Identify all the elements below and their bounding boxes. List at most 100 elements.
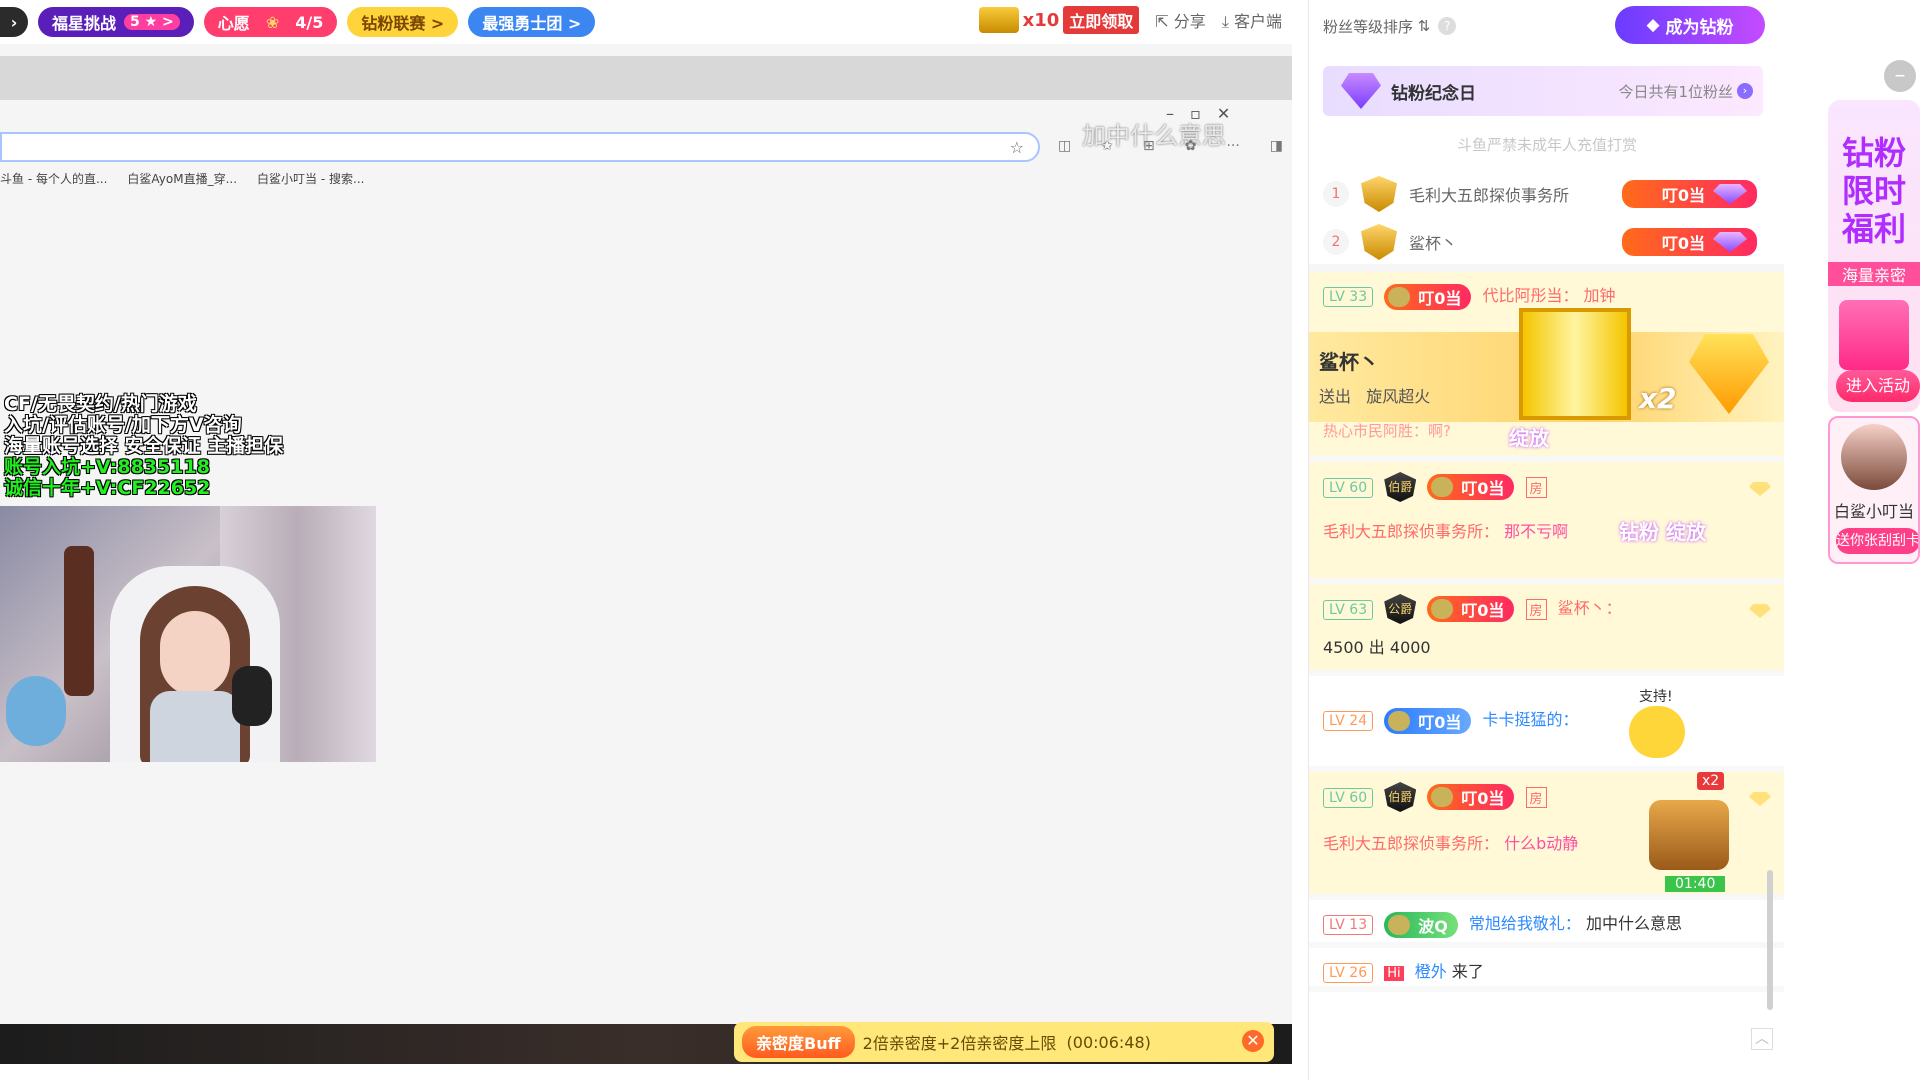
hi-badge: Hi xyxy=(1384,966,1404,981)
chest-timer: 01:40 xyxy=(1665,876,1726,892)
coin-icon xyxy=(978,7,1019,33)
gem-icon xyxy=(1713,232,1747,252)
buff-close-button[interactable]: ✕ xyxy=(1242,1030,1264,1052)
chat-username[interactable]: 鲨杯丶： xyxy=(1558,599,1622,618)
top-right-tools: x10 立即领取 ⇱ 分享 ⤓ 客户端 xyxy=(978,6,1282,34)
chat-username[interactable]: 卡卡挺猛的： xyxy=(1482,710,1578,729)
sidebar-icon: ◨ xyxy=(1269,138,1284,154)
help-icon[interactable]: ? xyxy=(1438,17,1457,35)
become-button-label: 成为钻粉 xyxy=(1665,17,1734,38)
rank-name: 鲨杯丶 xyxy=(1409,234,1458,253)
bookmark-item: 白鲨AyoM直播_穿... xyxy=(127,172,238,186)
shield-icon xyxy=(1361,176,1397,212)
gift-action: 送出 xyxy=(1319,387,1352,406)
rank-item[interactable]: 1 毛利大五郎探侦事务所 叮0当 xyxy=(1323,170,1773,218)
noble-badge: 公爵 xyxy=(1384,594,1417,624)
emoji-sticker xyxy=(1629,706,1685,758)
wish-button[interactable]: 心愿 ❀ 4/5 xyxy=(203,7,338,37)
chat-content: 那不亏啊 xyxy=(1504,522,1569,541)
chevron-right-icon: › xyxy=(1737,83,1753,99)
sticker-caption: 支持! xyxy=(1639,689,1673,705)
share-icon: ⇱ xyxy=(1155,12,1174,31)
become-diamond-fan-button[interactable]: ◆ 成为钻粉 xyxy=(1615,6,1765,44)
promo-banner[interactable]: x10 立即领取 xyxy=(978,6,1140,34)
fan-rank-header: 粉丝等级排序 ⇅ ? ◆ 成为钻粉 xyxy=(1309,0,1785,52)
collapse-icon[interactable]: – xyxy=(1884,60,1916,92)
chat-message: LV 63 公爵 叮0当 房 鲨杯丶： 4500 出 4000 xyxy=(1309,584,1785,676)
chat-scrollbar[interactable] xyxy=(1767,870,1773,1010)
fan-panel: 粉丝等级排序 ⇅ ? ◆ 成为钻粉 钻粉纪念日 今日共有1位粉丝 › 斗鱼严禁未… xyxy=(1308,0,1785,1080)
fan-badge: 叮0当 xyxy=(1621,228,1757,256)
intimacy-buff-bar: 亲密度Buff 2倍亲密度+2倍亲密度上限 (00:06:48) ✕ xyxy=(734,1022,1274,1062)
fan-badge: 叮0当 xyxy=(1427,784,1515,810)
gem-icon xyxy=(1713,184,1747,204)
sort-icon[interactable]: ⇅ xyxy=(1413,17,1431,35)
avatar xyxy=(1841,424,1907,490)
heart-icon: ❀ xyxy=(265,12,280,32)
diamond-promo-card[interactable]: 钻粉限时福利 海量亲密 进入活动 xyxy=(1828,100,1920,412)
minor-notice: 斗鱼严禁未成年人充值打赏 xyxy=(1456,136,1637,154)
extensions-icon: ✿ xyxy=(1184,138,1197,154)
enter-activity-button[interactable]: 进入活动 xyxy=(1836,370,1920,402)
streamer-webcam xyxy=(0,506,376,762)
wish-progress: 4/5 xyxy=(295,12,324,32)
star-challenge-button[interactable]: 福星挑战 5 ★ > xyxy=(38,7,194,37)
overlay-contact-line: 诚信十年+V:CF22652 xyxy=(4,477,211,499)
chat-message: LV 60 伯爵 叮0当 房 毛利大五郎探侦事务所： 那不亏啊 钻粉 绽放 xyxy=(1309,462,1785,584)
chat-username[interactable]: 代比阿彤当： xyxy=(1482,286,1578,305)
gift-box-icon xyxy=(1839,300,1909,370)
streamer-body xyxy=(150,691,240,762)
diamond-league-label: 钻粉联赛 > xyxy=(361,14,445,33)
diamond-icon: ◆ xyxy=(1646,15,1660,35)
level-badge: LV 26 xyxy=(1323,963,1374,983)
rank-item[interactable]: 2 鲨杯丶 叮0当 xyxy=(1323,218,1773,266)
scroll-up-icon[interactable]: ︿ xyxy=(1751,1028,1773,1050)
chat-content: 4500 出 4000 xyxy=(1323,638,1431,657)
sort-label[interactable]: 粉丝等级排序 xyxy=(1323,16,1413,37)
chat-content: 来了 xyxy=(1451,962,1484,981)
promo-claim-button[interactable]: 立即领取 xyxy=(1063,6,1140,34)
chat-message: LV 13 波Q 常旭给我敬礼： 加中什么意思 xyxy=(1309,900,1785,948)
overlay-contact-line: 账号入坑+V:8835118 xyxy=(4,456,210,478)
favorites-icon: ✩ xyxy=(1101,138,1113,154)
gem-icon xyxy=(1749,482,1771,496)
gift-box-icon xyxy=(1519,308,1631,420)
chat-username[interactable]: 橙外 xyxy=(1415,962,1447,981)
box-count: x2 xyxy=(1697,772,1725,790)
video-player[interactable]: – ▫ ✕ 加中什么意思 ☆ ◫ ✩ ⊞ ✿ ··· ◨ 斗鱼 - 每个人的直.… xyxy=(0,44,1292,1064)
scratch-card-button[interactable]: 送你张刮刮卡 xyxy=(1836,528,1918,554)
microphone xyxy=(232,666,272,726)
bravest-team-label: 最强勇士团 > xyxy=(482,14,582,33)
gift-effect-text: 绽放 xyxy=(1509,426,1549,450)
streamer-promo-card[interactable]: 白鲨小叮当 送你张刮刮卡 xyxy=(1828,416,1920,564)
treasure-chest-icon[interactable] xyxy=(1649,800,1729,870)
rank-name: 毛利大五郎探侦事务所 xyxy=(1409,186,1570,205)
overlay-line: CF/无畏契约/热门游戏 xyxy=(4,393,197,415)
buff-timer: (00:06:48) xyxy=(1066,1032,1151,1052)
bookmark-item: 白鲨小叮当 - 搜索... xyxy=(257,172,365,186)
chat-username[interactable]: 常旭给我敬礼： xyxy=(1469,914,1581,933)
level-badge: LV 60 xyxy=(1323,787,1374,808)
bravest-team-button[interactable]: 最强勇士团 > xyxy=(468,7,596,37)
promo-sub: 海量亲密 xyxy=(1828,262,1920,286)
level-badge: LV 33 xyxy=(1323,287,1374,307)
client-label: 客户端 xyxy=(1233,12,1282,31)
client-button[interactable]: ⤓ 客户端 xyxy=(1222,8,1282,32)
shared-browser-titlebar xyxy=(0,56,1292,100)
reader-icon: ◫ xyxy=(1058,138,1072,154)
room-admin-badge: 房 xyxy=(1525,598,1547,620)
share-button[interactable]: ⇱ 分享 xyxy=(1155,8,1206,32)
diamond-league-button[interactable]: 钻粉联赛 > xyxy=(347,7,459,37)
diamond-anniversary-banner[interactable]: 钻粉纪念日 今日共有1位粉丝 › xyxy=(1323,66,1763,116)
gift-notification-banner: 鲨杯丶 送出 旋风超火 x2 xyxy=(1309,308,1785,422)
expand-left-button[interactable]: › xyxy=(0,7,28,37)
diamond-icon xyxy=(1341,73,1381,109)
top-activity-bar: › 福星挑战 5 ★ > 心愿 ❀ 4/5 钻粉联赛 > 最强勇士团 > x10… xyxy=(0,0,1292,44)
star-challenge-label: 福星挑战 xyxy=(52,14,117,33)
gem-icon xyxy=(1749,792,1771,806)
chat-username[interactable]: 毛利大五郎探侦事务所： xyxy=(1323,522,1499,541)
anniversary-title: 钻粉纪念日 xyxy=(1391,83,1476,104)
chat-username[interactable]: 毛利大五郎探侦事务所： xyxy=(1323,834,1499,853)
room-admin-badge: 房 xyxy=(1525,476,1547,498)
noble-badge: 伯爵 xyxy=(1384,472,1417,502)
